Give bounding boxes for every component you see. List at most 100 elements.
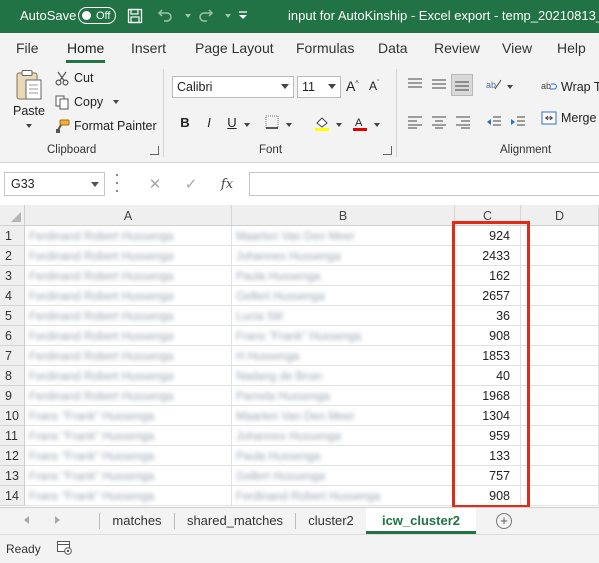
formula-bar-splitter[interactable] bbox=[116, 174, 120, 192]
cell-c[interactable]: 1304 bbox=[455, 406, 521, 426]
copy-button[interactable]: Copy bbox=[54, 94, 120, 110]
cell-d[interactable] bbox=[521, 326, 599, 346]
cell-b[interactable]: Paula Hussenga bbox=[232, 266, 455, 286]
cell-b[interactable]: H Hussenga bbox=[232, 346, 455, 366]
cell-a[interactable]: Frans "Frank" Hussenga bbox=[25, 466, 232, 486]
merge-center-button[interactable]: Merge & bbox=[541, 110, 599, 126]
align-bottom-icon[interactable] bbox=[451, 74, 473, 96]
sheet-tab-cluster2[interactable]: cluster2 bbox=[296, 508, 366, 534]
cell-b[interactable]: Gellert Hussenga bbox=[232, 466, 455, 486]
cut-button[interactable]: Cut bbox=[54, 70, 93, 86]
fill-color-dropdown-icon[interactable] bbox=[334, 115, 344, 131]
cell-b[interactable]: Ferdinand Robert Hussenga bbox=[232, 486, 455, 506]
cell-b[interactable]: Frans "Frank" Hussenga bbox=[232, 326, 455, 346]
cell-c[interactable]: 924 bbox=[455, 226, 521, 246]
cell-b[interactable]: Johannes Hussenga bbox=[232, 246, 455, 266]
cell-b[interactable]: Nadang de Bruin bbox=[232, 366, 455, 386]
cell-c[interactable]: 2433 bbox=[455, 246, 521, 266]
cell-b[interactable]: Maarten Van Den Meer bbox=[232, 406, 455, 426]
add-sheet-icon[interactable]: + bbox=[496, 513, 512, 529]
redo-icon[interactable] bbox=[196, 6, 216, 26]
cell-a[interactable]: Frans "Frank" Hussenga bbox=[25, 406, 232, 426]
cell-c[interactable]: 36 bbox=[455, 306, 521, 326]
cell-d[interactable] bbox=[521, 486, 599, 506]
row-header[interactable]: 8 bbox=[0, 366, 25, 386]
cell-d[interactable] bbox=[521, 346, 599, 366]
row-header[interactable]: 10 bbox=[0, 406, 25, 426]
cell-d[interactable] bbox=[521, 226, 599, 246]
cell-a[interactable]: Ferdinand Robert Hussenga bbox=[25, 366, 232, 386]
tab-formulas[interactable]: Formulas bbox=[296, 40, 354, 56]
cancel-entry-icon[interactable]: ✕ bbox=[137, 175, 173, 193]
macro-recording-icon[interactable] bbox=[57, 541, 72, 555]
cell-d[interactable] bbox=[521, 286, 599, 306]
row-header[interactable]: 3 bbox=[0, 266, 25, 286]
cell-a[interactable]: Ferdinand Robert Hussenga bbox=[25, 286, 232, 306]
undo-dropdown-icon[interactable] bbox=[176, 6, 196, 26]
cell-c[interactable]: 1853 bbox=[455, 346, 521, 366]
cell-b[interactable]: Maarten Van Den Meer bbox=[232, 226, 455, 246]
italic-button[interactable]: I bbox=[201, 115, 217, 131]
cell-a[interactable]: Frans "Frank" Hussenga bbox=[25, 426, 232, 446]
column-header-c[interactable]: C bbox=[455, 205, 521, 226]
fill-color-icon[interactable] bbox=[314, 115, 330, 131]
cell-c[interactable]: 2657 bbox=[455, 286, 521, 306]
cell-d[interactable] bbox=[521, 426, 599, 446]
column-header-d[interactable]: D bbox=[521, 205, 599, 226]
cell-b[interactable]: Gellert Hussenga bbox=[232, 286, 455, 306]
decrease-font-size-button[interactable]: Aˇ bbox=[369, 79, 379, 93]
tab-view[interactable]: View bbox=[502, 40, 532, 56]
row-header[interactable]: 12 bbox=[0, 446, 25, 466]
cell-a[interactable]: Ferdinand Robert Hussenga bbox=[25, 226, 232, 246]
cell-b[interactable]: Johannes Hussenga bbox=[232, 426, 455, 446]
cell-c[interactable]: 1968 bbox=[455, 386, 521, 406]
cell-b[interactable]: Paula Hussenga bbox=[232, 446, 455, 466]
undo-icon[interactable] bbox=[155, 6, 175, 26]
cell-d[interactable] bbox=[521, 466, 599, 486]
font-color-icon[interactable]: A bbox=[352, 115, 368, 131]
select-all-button[interactable] bbox=[0, 205, 25, 226]
cell-a[interactable]: Ferdinand Robert Hussenga bbox=[25, 346, 232, 366]
cell-d[interactable] bbox=[521, 266, 599, 286]
wrap-text-button[interactable]: ab Wrap Te bbox=[541, 79, 599, 95]
paste-button[interactable]: Paste bbox=[12, 69, 46, 133]
cell-d[interactable] bbox=[521, 386, 599, 406]
orientation-dropdown-icon[interactable] bbox=[505, 77, 515, 93]
align-right-icon[interactable] bbox=[455, 115, 471, 131]
row-header[interactable]: 4 bbox=[0, 286, 25, 306]
cell-a[interactable]: Ferdinand Robert Hussenga bbox=[25, 306, 232, 326]
save-icon[interactable] bbox=[125, 6, 145, 26]
align-top-icon[interactable] bbox=[407, 77, 423, 93]
cell-b[interactable]: Lucia Stil bbox=[232, 306, 455, 326]
cell-c[interactable]: 959 bbox=[455, 426, 521, 446]
cell-b[interactable]: Pamela Hussenga bbox=[232, 386, 455, 406]
tab-page-layout[interactable]: Page Layout bbox=[195, 40, 274, 56]
sheet-tab-icw-cluster2[interactable]: icw_cluster2 bbox=[366, 508, 476, 534]
underline-button[interactable]: U bbox=[224, 115, 240, 131]
sheet-tab-shared-matches[interactable]: shared_matches bbox=[175, 508, 295, 534]
autosave-toggle[interactable]: Off bbox=[78, 7, 116, 24]
cell-c[interactable]: 908 bbox=[455, 326, 521, 346]
font-launcher-icon[interactable] bbox=[383, 146, 392, 155]
cell-d[interactable] bbox=[521, 446, 599, 466]
align-center-icon[interactable] bbox=[431, 115, 447, 131]
formula-input[interactable] bbox=[249, 172, 599, 196]
tab-insert[interactable]: Insert bbox=[131, 40, 166, 56]
scroll-tabs-left-icon[interactable] bbox=[24, 516, 29, 524]
scroll-tabs-right-icon[interactable] bbox=[55, 516, 60, 524]
tab-review[interactable]: Review bbox=[434, 40, 480, 56]
cell-a[interactable]: Ferdinand Robert Hussenga bbox=[25, 386, 232, 406]
insert-function-icon[interactable]: fx bbox=[209, 177, 245, 192]
cell-c[interactable]: 908 bbox=[455, 486, 521, 506]
orientation-icon[interactable]: ab bbox=[486, 77, 502, 93]
clipboard-launcher-icon[interactable] bbox=[150, 146, 159, 155]
align-middle-icon[interactable] bbox=[431, 77, 447, 93]
underline-dropdown-icon[interactable] bbox=[242, 115, 252, 131]
row-header[interactable]: 14 bbox=[0, 486, 25, 506]
cell-a[interactable]: Frans "Frank" Hussenga bbox=[25, 446, 232, 466]
row-header[interactable]: 2 bbox=[0, 246, 25, 266]
font-size-combo[interactable]: 11 bbox=[297, 76, 341, 98]
cell-d[interactable] bbox=[521, 306, 599, 326]
column-header-b[interactable]: B bbox=[232, 205, 455, 226]
cell-a[interactable]: Frans "Frank" Hussenga bbox=[25, 486, 232, 506]
